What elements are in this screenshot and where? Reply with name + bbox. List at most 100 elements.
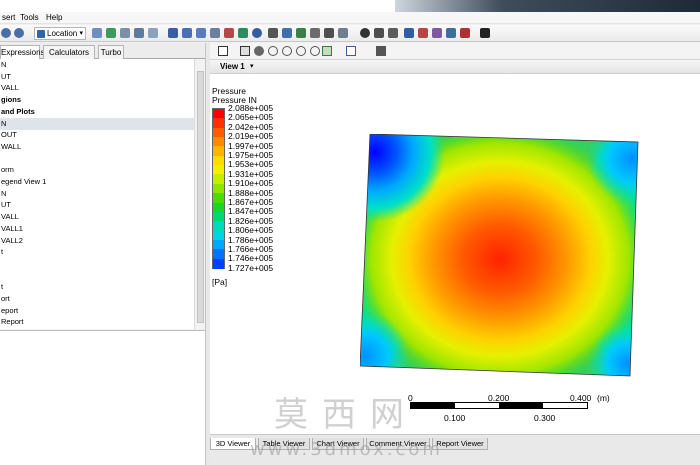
- tree-item[interactable]: VALL2: [0, 235, 194, 247]
- vector-icon[interactable]: [92, 28, 102, 38]
- tab-report-viewer[interactable]: Report Viewer: [432, 438, 488, 450]
- tree-item[interactable]: Report: [0, 316, 194, 328]
- tree-item[interactable]: [0, 153, 194, 165]
- tree-item[interactable]: N: [0, 117, 194, 130]
- zoom-icon[interactable]: [268, 46, 278, 56]
- tab-expressions[interactable]: Expressions: [0, 45, 45, 59]
- chevron-down-icon[interactable]: ▾: [250, 62, 254, 72]
- scale-ruler: [410, 402, 588, 409]
- rotate-icon[interactable]: [240, 46, 250, 56]
- legend-value: 1.727e+005: [228, 262, 274, 273]
- command-editor-icon[interactable]: [480, 28, 490, 38]
- comment-icon[interactable]: [324, 28, 334, 38]
- tree-item[interactable]: OUT: [0, 129, 194, 141]
- menu-tools[interactable]: Tools: [20, 13, 39, 23]
- tab-3d-viewer[interactable]: 3D Viewer: [210, 438, 256, 450]
- zoom-in-icon[interactable]: [282, 46, 292, 56]
- tree-item[interactable]: VALL1: [0, 223, 194, 235]
- instance-transform-icon[interactable]: [252, 28, 262, 38]
- tab-calculators[interactable]: Calculators: [43, 45, 95, 59]
- tab-turbo[interactable]: Turbo: [98, 45, 124, 59]
- legend-unit: [Pa]: [212, 277, 228, 287]
- macro-icon[interactable]: [418, 28, 428, 38]
- polyline-icon[interactable]: [210, 28, 220, 38]
- tree-item[interactable]: UT: [0, 199, 194, 211]
- tree-item[interactable]: gions: [0, 94, 194, 106]
- fit-view-icon[interactable]: [322, 46, 332, 56]
- tree-item[interactable]: and Plots: [0, 106, 194, 118]
- tree-item[interactable]: [0, 270, 194, 282]
- tab-table-viewer[interactable]: Table Viewer: [258, 438, 310, 450]
- pressure-contour-plot[interactable]: [360, 134, 640, 384]
- location-label: Location: [47, 29, 78, 38]
- variable-icon[interactable]: [296, 28, 306, 38]
- viewport-layout-icon[interactable]: [346, 46, 356, 56]
- viewer-toolbar: [210, 43, 700, 60]
- left-panel-tabs: Expressions Calculators Turbo: [0, 43, 206, 59]
- tree-item[interactable]: orm: [0, 164, 194, 176]
- probe-icon[interactable]: [404, 28, 414, 38]
- synchronize-icon[interactable]: [376, 46, 386, 56]
- tree-item[interactable]: VALL: [0, 82, 194, 94]
- tree-item[interactable]: WALL: [0, 141, 194, 153]
- undo-icon[interactable]: [1, 28, 11, 38]
- tree-item[interactable]: t: [0, 246, 194, 258]
- table-icon[interactable]: [282, 28, 292, 38]
- figure-icon[interactable]: [338, 28, 348, 38]
- select-icon[interactable]: [218, 46, 228, 56]
- quick-edit-icon[interactable]: [460, 28, 470, 38]
- animation-icon[interactable]: [374, 28, 384, 38]
- tree-item[interactable]: ort: [0, 293, 194, 305]
- report-icon[interactable]: [432, 28, 442, 38]
- scrollbar-thumb[interactable]: [197, 71, 204, 323]
- tree-scrollbar[interactable]: [194, 59, 205, 329]
- menu-bar: sert Tools Help: [0, 12, 700, 24]
- tree-item[interactable]: egend View 1: [0, 176, 194, 188]
- streamline-icon[interactable]: [120, 28, 130, 38]
- location-dropdown[interactable]: Location ▾: [34, 27, 86, 40]
- main-toolbar: Location ▾: [0, 25, 700, 42]
- tree-item[interactable]: N: [0, 59, 194, 71]
- redo-icon[interactable]: [14, 28, 24, 38]
- legend-icon[interactable]: [238, 28, 248, 38]
- window-title-strip: [0, 0, 700, 12]
- save-picture-icon[interactable]: [388, 28, 398, 38]
- expression-icon[interactable]: [268, 28, 278, 38]
- chart-icon[interactable]: [310, 28, 320, 38]
- menu-insert[interactable]: sert: [2, 13, 15, 23]
- viewer-tabs: 3D Viewer Table Viewer Chart Viewer Comm…: [210, 434, 700, 465]
- scale-segment: [411, 403, 455, 408]
- 3d-viewport[interactable]: View 1 ▾ Pressure Pressure IN 2.088e+005…: [210, 60, 700, 434]
- volume-rendering-icon[interactable]: [148, 28, 158, 38]
- chevron-down-icon: ▾: [79, 30, 83, 37]
- tab-comment-viewer[interactable]: Comment Viewer: [366, 438, 430, 450]
- volume-icon[interactable]: [168, 28, 178, 38]
- view-selector-label[interactable]: View 1: [220, 62, 245, 72]
- tree-item[interactable]: N: [0, 188, 194, 200]
- timestep-icon[interactable]: [360, 28, 370, 38]
- tree-item[interactable]: t: [0, 281, 194, 293]
- tree-item[interactable]: [0, 258, 194, 270]
- tree-item[interactable]: UT: [0, 71, 194, 83]
- case-comparison-icon[interactable]: [446, 28, 456, 38]
- menu-help[interactable]: Help: [46, 13, 62, 23]
- tree-item[interactable]: eport: [0, 305, 194, 317]
- scale-unit: (m): [597, 393, 610, 403]
- particle-track-icon[interactable]: [134, 28, 144, 38]
- surface-group-icon[interactable]: [224, 28, 234, 38]
- view-header: View 1 ▾: [210, 60, 700, 74]
- isosurface-icon[interactable]: [182, 28, 192, 38]
- legend-value: 1.910e+005: [228, 178, 274, 189]
- zoom-out-icon[interactable]: [296, 46, 306, 56]
- scale-label-0.300: 0.300: [534, 413, 556, 423]
- desktop-background: [395, 0, 700, 12]
- legend-color-band: [213, 258, 224, 269]
- scale-label-0.100: 0.100: [444, 413, 466, 423]
- zoom-box-icon[interactable]: [310, 46, 320, 56]
- pan-icon[interactable]: [254, 46, 264, 56]
- tree-item[interactable]: VALL: [0, 211, 194, 223]
- tab-chart-viewer[interactable]: Chart Viewer: [312, 438, 364, 450]
- surface-icon[interactable]: [196, 28, 206, 38]
- location-icon: [37, 30, 45, 38]
- contour-icon[interactable]: [106, 28, 116, 38]
